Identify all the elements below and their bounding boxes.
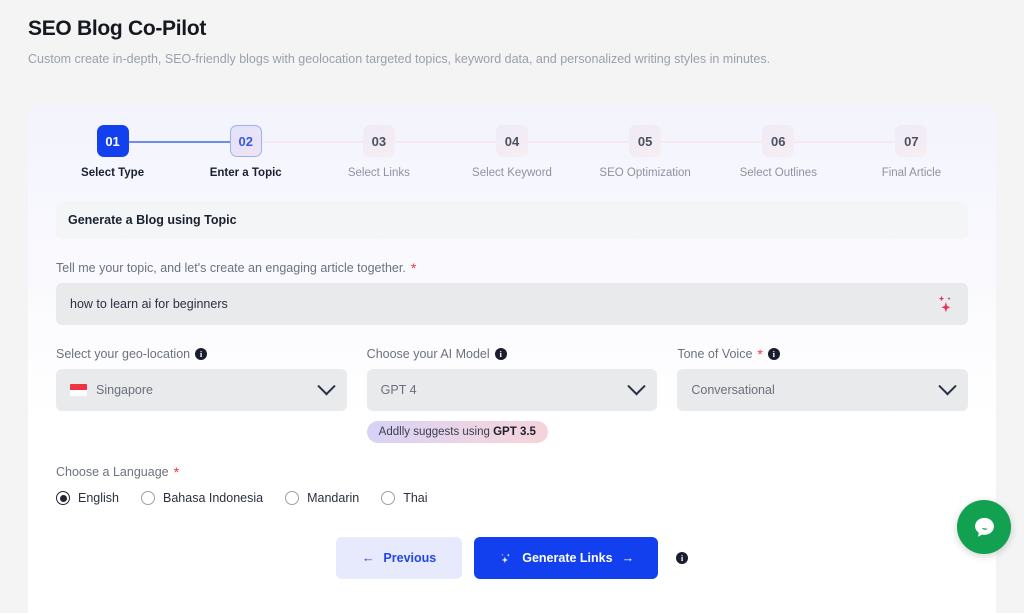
form-body: Generate a Blog using Topic Tell me your… (28, 201, 996, 579)
tone-of-voice-field: Tone of Voice * i Conversational (677, 325, 969, 443)
topic-label: Tell me your topic, and let's create an … (56, 261, 968, 275)
step-connector (645, 141, 779, 143)
step-badge: 07 (895, 125, 928, 157)
radio-indicator[interactable] (56, 491, 70, 505)
page-header: SEO Blog Co-Pilot Custom create in-depth… (0, 0, 1024, 105)
required-marker: * (410, 260, 417, 276)
geo-location-label-text: Select your geo-location (56, 347, 191, 361)
chat-widget-button[interactable] (957, 500, 1011, 554)
step-label: Select Links (347, 167, 410, 179)
step-connector (245, 141, 379, 143)
required-marker: * (757, 346, 763, 362)
ai-model-label: Choose your AI Model i (367, 347, 658, 361)
step-item-seo-optimization[interactable]: 05 SEO Optimization (512, 125, 779, 179)
language-option-label: Mandarin (307, 491, 360, 505)
step-badge: 06 (762, 125, 795, 157)
step-badge: 01 (96, 125, 129, 157)
step-connector (778, 141, 912, 143)
page-title: SEO Blog Co-Pilot (28, 17, 207, 40)
language-option-bahasa-indonesia[interactable]: Bahasa Indonesia (141, 491, 263, 505)
step-label: Select Keyword (472, 167, 552, 179)
tone-of-voice-value: Conversational (691, 383, 775, 397)
tone-of-voice-select[interactable]: Conversational (677, 369, 969, 411)
geo-location-value: Singapore (96, 383, 153, 397)
language-option-label: English (78, 491, 119, 505)
geo-location-field: Select your geo-location i Singapore (56, 325, 347, 443)
flag-singapore-icon (70, 384, 87, 396)
language-option-mandarin[interactable]: Mandarin (285, 491, 359, 505)
step-item-select-links[interactable]: 03 Select Links (245, 125, 512, 179)
model-suggestion-prefix: Addlly suggests using (378, 426, 494, 438)
info-icon[interactable]: i (195, 348, 208, 360)
step-item-enter-a-topic[interactable]: 02 Enter a Topic (112, 125, 379, 179)
step-connector (378, 141, 512, 143)
language-option-english[interactable]: English (56, 491, 119, 505)
language-radio-group: English Bahasa Indonesia Mandarin Thai (56, 491, 968, 505)
language-option-thai[interactable]: Thai (381, 491, 428, 505)
topic-label-text: Tell me your topic, and let's create an … (56, 261, 406, 275)
geo-location-select[interactable]: Singapore (56, 369, 347, 411)
previous-button[interactable]: ← Previous (335, 537, 463, 579)
section-heading: Generate a Blog using Topic (56, 201, 968, 239)
form-footer: ← Previous Generate Links → i (56, 537, 968, 579)
tone-of-voice-label-text: Tone of Voice (677, 347, 753, 361)
step-item-final-article[interactable]: 07 Final Article (778, 125, 978, 179)
info-icon[interactable]: i (676, 552, 689, 564)
ai-model-label-text: Choose your AI Model (366, 347, 490, 361)
page-subtitle: Custom create in-depth, SEO-friendly blo… (28, 52, 771, 66)
info-icon[interactable]: i (767, 348, 780, 360)
language-label-text: Choose a Language (56, 465, 169, 479)
tone-of-voice-label: Tone of Voice * i (677, 347, 968, 361)
model-suggestion-value: GPT 3.5 (493, 426, 536, 438)
step-label: Enter a Topic (209, 167, 282, 179)
chevron-down-icon (938, 376, 957, 395)
step-badge: 05 (629, 125, 662, 157)
step-connector (112, 141, 246, 143)
chevron-down-icon (316, 376, 336, 395)
required-marker: * (173, 464, 180, 480)
geo-location-label: Select your geo-location i (56, 347, 347, 361)
step-badge: 04 (495, 125, 528, 157)
step-connector (512, 141, 646, 143)
sparkle-icon (501, 553, 511, 563)
generate-links-button-label: Generate Links (522, 551, 613, 565)
step-label: Final Article (881, 167, 942, 179)
chevron-down-icon (627, 376, 647, 395)
model-suggestion-badge: Addlly suggests using GPT 3.5 (366, 421, 548, 443)
topic-input-wrap (56, 283, 968, 325)
step-label: Select Outlines (739, 167, 817, 179)
radio-indicator[interactable] (381, 491, 396, 505)
ai-model-select[interactable]: GPT 4 (366, 369, 658, 411)
ai-model-field: Choose your AI Model i GPT 4 Addlly sugg… (366, 325, 658, 443)
previous-button-label: Previous (383, 551, 437, 565)
language-label: Choose a Language * (56, 465, 968, 479)
topic-input[interactable] (56, 283, 968, 325)
step-badge: 03 (362, 125, 395, 157)
language-option-label: Thai (403, 491, 428, 505)
arrow-left-icon: ← (361, 551, 375, 565)
stepper: 01 Select Type 02 Enter a Topic 03 Selec… (28, 105, 996, 187)
step-badge: 02 (229, 125, 262, 157)
chat-bubble-icon (974, 517, 994, 537)
info-icon[interactable]: i (494, 348, 507, 360)
selects-row: Select your geo-location i Singapore Cho… (56, 325, 969, 443)
ai-model-value: GPT 4 (380, 383, 417, 397)
step-item-select-outlines[interactable]: 06 Select Outlines (645, 125, 912, 179)
language-option-label: Bahasa Indonesia (163, 491, 264, 505)
radio-indicator[interactable] (141, 491, 155, 505)
arrow-right-icon: → (621, 551, 635, 565)
step-item-select-keyword[interactable]: 04 Select Keyword (378, 125, 646, 179)
step-label: Select Type (81, 167, 145, 179)
generate-links-button[interactable]: Generate Links → (474, 537, 659, 579)
step-label: SEO Optimization (599, 167, 691, 179)
step-item-select-type[interactable]: 01 Select Type (46, 125, 246, 179)
workflow-card: 01 Select Type 02 Enter a Topic 03 Selec… (28, 105, 996, 613)
radio-indicator[interactable] (285, 491, 300, 505)
geo-location-value-wrap: Singapore (70, 383, 320, 397)
